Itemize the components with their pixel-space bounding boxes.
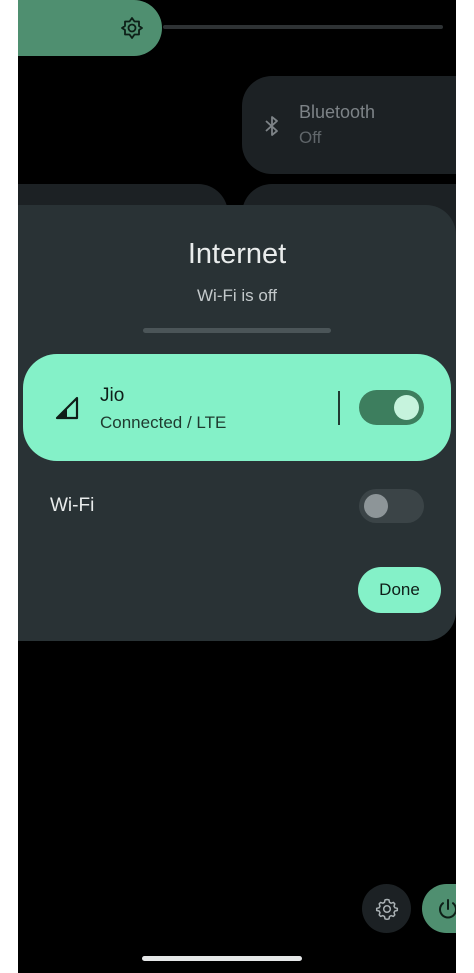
dialog-subtitle: Wi-Fi is off — [197, 286, 277, 305]
screen: Bluetooth Off Internet Wi-Fi is off Jio … — [0, 0, 474, 973]
row-divider — [338, 391, 340, 425]
dialog-title: Internet — [187, 238, 287, 270]
toggle-knob — [394, 395, 419, 420]
mobile-data-toggle[interactable] — [359, 390, 424, 425]
divider — [143, 328, 331, 333]
brightness-track[interactable] — [163, 25, 443, 29]
carrier-name: Jio — [100, 385, 125, 406]
bluetooth-tile-state: Off — [299, 128, 322, 147]
mobile-network-row[interactable]: Jio Connected / LTE — [23, 354, 451, 461]
bluetooth-tile-title: Bluetooth — [299, 102, 376, 122]
toggle-knob — [364, 494, 388, 518]
settings-icon — [375, 898, 398, 920]
wifi-toggle[interactable] — [359, 489, 424, 523]
brightness-slider[interactable] — [18, 0, 162, 56]
wifi-label: Wi-Fi — [50, 495, 95, 516]
power-icon — [439, 898, 456, 918]
signal-icon — [55, 396, 79, 420]
settings-button[interactable] — [362, 884, 411, 933]
carrier-status: Connected / LTE — [100, 413, 227, 432]
brightness-icon — [121, 17, 143, 39]
power-button[interactable] — [422, 884, 456, 933]
done-button[interactable]: Done — [358, 567, 441, 613]
internet-dialog: Internet Wi-Fi is off Jio Connected / LT… — [18, 205, 456, 641]
notification-shade: Bluetooth Off Internet Wi-Fi is off Jio … — [18, 0, 456, 973]
home-indicator[interactable] — [142, 956, 302, 961]
bluetooth-tile[interactable]: Bluetooth Off — [242, 76, 456, 174]
bluetooth-icon — [265, 116, 278, 136]
